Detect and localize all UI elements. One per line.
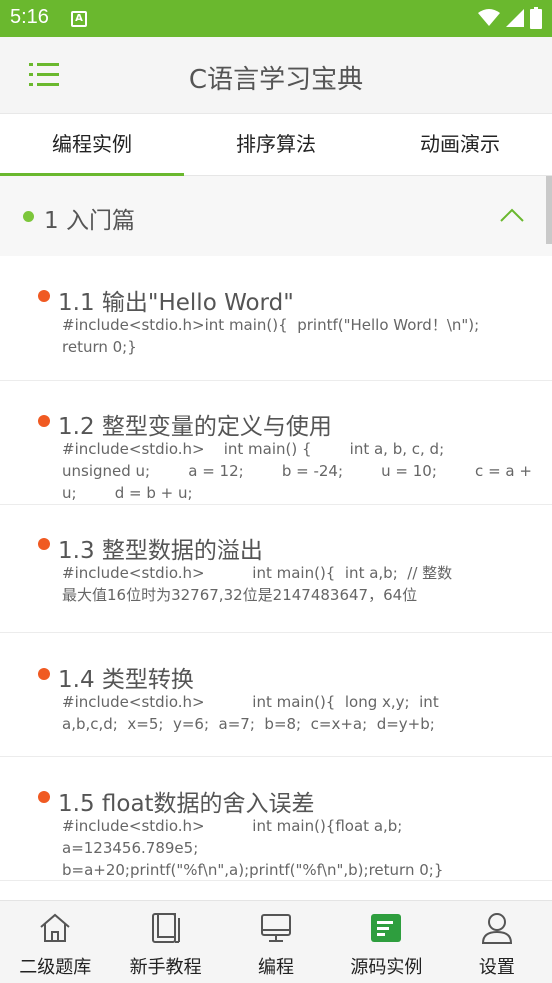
- list-item[interactable]: 1.1 输出"Hello Word" #include<stdio.h>int …: [0, 256, 552, 381]
- item-bullet: [38, 668, 50, 680]
- item-bullet: [38, 290, 50, 302]
- item-bullet: [38, 538, 50, 550]
- item-code-preview: #include<stdio.h> int main(){ int a,b; /…: [62, 564, 453, 604]
- nav-beginner-tutorial[interactable]: 新手教程: [110, 901, 220, 983]
- nav-question-bank[interactable]: 二级题库: [0, 901, 110, 983]
- content-list[interactable]: 1 入门篇 1.1 输出"Hello Word" #include<stdio.…: [0, 176, 552, 900]
- app-bar: C语言学习宝典: [0, 37, 552, 114]
- nav-label: 源码实例: [350, 957, 423, 978]
- chevron-up-icon[interactable]: [500, 208, 524, 222]
- app-title: C语言学习宝典: [188, 65, 364, 95]
- nav-label: 设置: [478, 957, 515, 978]
- status-bar: 5:16 A: [0, 0, 552, 37]
- signal-icon: [506, 9, 524, 27]
- item-title: 1.4 类型转换: [58, 667, 194, 693]
- item-code-preview: #include<stdio.h> int main(){ long x,y; …: [62, 693, 444, 733]
- item-code-preview: #include<stdio.h> int main(){float a,b; …: [62, 817, 444, 879]
- item-bullet: [38, 415, 50, 427]
- wifi-icon: [478, 9, 500, 26]
- book-icon: [151, 913, 180, 943]
- monitor-icon: [261, 914, 292, 942]
- house-icon: [40, 913, 70, 942]
- item-title: 1.3 整型数据的溢出: [58, 538, 263, 564]
- list-item[interactable]: 1.2 整型变量的定义与使用 #include<stdio.h> int mai…: [0, 381, 552, 505]
- scrollbar[interactable]: [546, 176, 552, 244]
- nav-programming[interactable]: 编程: [221, 901, 331, 983]
- nav-settings[interactable]: 设置: [442, 901, 552, 983]
- nav-label: 二级题库: [19, 957, 92, 978]
- nav-label: 新手教程: [129, 957, 202, 978]
- list-item[interactable]: 1.5 float数据的舍入误差 #include<stdio.h> int m…: [0, 757, 552, 881]
- item-title: 1.5 float数据的舍入误差: [58, 791, 315, 817]
- status-time: 5:16: [10, 6, 49, 28]
- item-bullet: [38, 791, 50, 803]
- code-doc-icon: [371, 914, 402, 942]
- section-bullet: [23, 211, 34, 222]
- tab-programming-examples[interactable]: 编程实例: [0, 114, 184, 176]
- item-code-preview: #include<stdio.h> int main() { int a, b,…: [62, 440, 537, 502]
- list-item[interactable]: 1.4 类型转换 #include<stdio.h> int main(){ l…: [0, 633, 552, 757]
- user-icon: [481, 913, 512, 944]
- nav-source-examples[interactable]: 源码实例: [331, 901, 441, 983]
- tab-sorting-algorithms[interactable]: 排序算法: [184, 114, 368, 175]
- tab-animation-demo[interactable]: 动画演示: [368, 114, 552, 175]
- notification-icon: A: [71, 11, 87, 27]
- nav-label: 编程: [258, 957, 295, 978]
- item-title: 1.1 输出"Hello Word": [58, 290, 294, 316]
- list-item[interactable]: 1.3 整型数据的溢出 #include<stdio.h> int main()…: [0, 505, 552, 633]
- tab-bar: 编程实例 排序算法 动画演示: [0, 114, 552, 176]
- section-title: 1 入门篇: [44, 208, 135, 234]
- section-header[interactable]: 1 入门篇: [0, 176, 552, 256]
- item-title: 1.2 整型变量的定义与使用: [58, 414, 332, 440]
- status-icons: [478, 7, 542, 29]
- battery-icon: [530, 7, 542, 29]
- bottom-navigation: 二级题库 新手教程 编程 源码实例 设置: [0, 900, 552, 983]
- item-code-preview: #include<stdio.h>int main(){ printf("Hel…: [62, 316, 489, 356]
